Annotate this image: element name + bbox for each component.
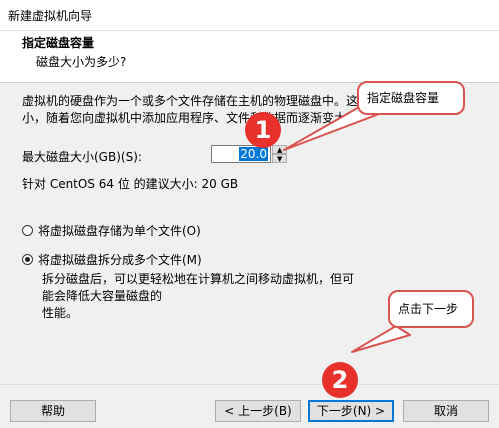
window-title: 新建虚拟机向导 xyxy=(8,9,93,23)
disk-description: 虚拟机的硬盘作为一个或多个文件存储在主机的物理磁盘中。这 小，随着您向虚拟机中添… xyxy=(22,93,372,127)
disk-size-input[interactable] xyxy=(212,146,272,162)
recommended-size-text: 针对 CentOS 64 位 的建议大小: 20 GB xyxy=(22,177,239,191)
radio-single-file-label: 将虚拟磁盘存储为单个文件(O) xyxy=(38,224,201,238)
chevron-down-icon: ▼ xyxy=(277,155,283,163)
callout-click-next: 点击下一步 xyxy=(388,290,474,328)
disk-size-label: 最大磁盘大小(GB)(S): xyxy=(22,150,142,164)
radio-split-files-option[interactable]: 将虚拟磁盘拆分成多个文件(M) xyxy=(22,251,202,268)
wizard-window: 新建虚拟机向导 指定磁盘容量 磁盘大小为多少? 虚拟机的硬盘作为一个或多个文件存… xyxy=(0,0,499,428)
step-marker-1: 1 xyxy=(245,112,281,148)
wizard-header: 指定磁盘容量 磁盘大小为多少? xyxy=(0,31,499,83)
page-subtitle: 磁盘大小为多少? xyxy=(36,55,127,69)
radio-single-file[interactable] xyxy=(22,225,33,236)
cancel-button[interactable]: 取消 xyxy=(403,400,489,422)
radio-split-files-label: 将虚拟磁盘拆分成多个文件(M) xyxy=(38,253,202,267)
disk-size-spinner[interactable]: ▲ ▼ xyxy=(272,145,287,163)
split-description-line-1: 拆分磁盘后，可以更轻松地在计算机之间移动虚拟机，但可能会降低大容量磁盘的 xyxy=(42,272,355,303)
callout-specify-disk: 指定磁盘容量 xyxy=(357,81,465,115)
step-marker-2: 2 xyxy=(322,362,358,398)
callout-click-next-text: 点击下一步 xyxy=(398,302,459,316)
split-description: 拆分磁盘后，可以更轻松地在计算机之间移动虚拟机，但可能会降低大容量磁盘的 性能。 xyxy=(42,271,362,322)
radio-single-file-option[interactable]: 将虚拟磁盘存储为单个文件(O) xyxy=(22,222,201,239)
disk-description-line-1: 虚拟机的硬盘作为一个或多个文件存储在主机的物理磁盘中。这 xyxy=(22,94,359,108)
spin-up-button[interactable]: ▲ xyxy=(272,145,287,154)
spin-down-button[interactable]: ▼ xyxy=(272,154,287,163)
next-button[interactable]: 下一步(N) > xyxy=(308,400,394,422)
wizard-footer: 帮助 < 上一步(B) 下一步(N) > 取消 xyxy=(0,384,499,428)
back-button[interactable]: < 上一步(B) xyxy=(215,400,301,422)
page-title: 指定磁盘容量 xyxy=(22,36,95,50)
radio-split-files[interactable] xyxy=(22,254,33,265)
title-bar: 新建虚拟机向导 xyxy=(0,0,499,31)
callout-specify-disk-text: 指定磁盘容量 xyxy=(367,91,440,105)
split-description-line-2: 性能。 xyxy=(42,306,79,320)
disk-description-line-2: 小，随着您向虚拟机中添加应用程序、文件和数据而逐渐变大。 xyxy=(22,111,359,125)
help-button[interactable]: 帮助 xyxy=(10,400,96,422)
chevron-up-icon: ▲ xyxy=(277,146,283,154)
